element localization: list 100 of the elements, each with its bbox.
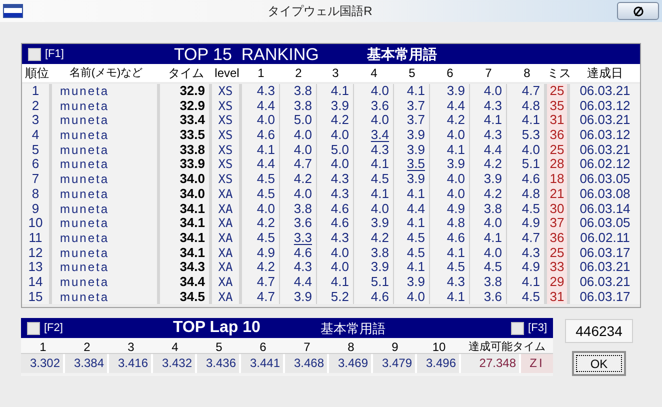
table-cell: 06.02.11 <box>570 230 640 246</box>
split-time-cell: 4.0 <box>430 172 470 187</box>
split-time-cell: 4.3 <box>317 230 354 246</box>
table-cell: XA <box>212 274 242 290</box>
split-time-cell: 4.5 <box>430 260 470 275</box>
split-time-cell: 4.1 <box>354 157 394 172</box>
split-time-cell: 5.1 <box>507 157 547 172</box>
table-cell: 4 <box>22 128 52 143</box>
checkbox[interactable] <box>27 322 40 335</box>
table-cell: 7 <box>22 172 52 187</box>
table-cell: 06.03.08 <box>570 186 640 202</box>
split-time-cell: 3.9 <box>394 142 430 158</box>
table-cell: 25 <box>547 246 570 260</box>
table-cell: muneta <box>52 142 160 158</box>
table-cell: 06.02.12 <box>570 157 640 172</box>
split-time-cell: 4.2 <box>470 157 507 172</box>
lap-time-cell: 3.496 <box>417 354 461 374</box>
split-time-cell: 4.5 <box>354 172 394 187</box>
checkbox-label: [F1] <box>45 46 64 62</box>
table-cell: 33.9 <box>160 157 212 172</box>
split-time-cell: 4.7 <box>242 274 280 290</box>
split-time-cell: 4.3 <box>280 260 317 275</box>
ok-button[interactable]: OK <box>572 351 626 376</box>
split-time-cell: 4.1 <box>430 142 470 158</box>
split-time-cell: 4.6 <box>354 290 394 304</box>
table-cell: 35 <box>547 98 570 114</box>
lap-time-cell: 3.469 <box>329 354 373 374</box>
table-cell: 28 <box>547 157 570 172</box>
split-time-cell: 4.0 <box>430 128 470 143</box>
column-header: 4 <box>170 339 180 356</box>
column-header: 5 <box>408 65 416 82</box>
split-time-cell: 4.2 <box>280 172 317 187</box>
category-label: 基本常用語 <box>320 320 386 338</box>
split-time-cell: 4.1 <box>354 186 394 202</box>
table-cell: 9 <box>22 202 52 216</box>
table-cell: XS <box>212 128 242 143</box>
split-time-cell: 3.9 <box>470 172 507 187</box>
table-cell: 8 <box>22 186 52 202</box>
table-cell: XA <box>212 260 242 275</box>
split-time-cell: 4.3 <box>430 274 470 290</box>
split-time-cell: 3.9 <box>354 216 394 231</box>
split-time-cell: 3.7 <box>394 113 430 128</box>
split-time-cell: 4.7 <box>242 290 280 304</box>
column-header: level <box>214 65 240 82</box>
no-entry-icon <box>632 6 644 16</box>
table-cell: 06.03.14 <box>570 202 640 216</box>
column-header: 達成日 <box>586 65 624 82</box>
split-time-cell: 4.4 <box>280 274 317 290</box>
split-time-cell: 4.1 <box>430 290 470 304</box>
split-time-cell: 3.8 <box>280 84 317 99</box>
split-time-cell: 4.2 <box>242 260 280 275</box>
split-time-cell: 4.1 <box>317 84 354 99</box>
table-cell: 32.9 <box>160 84 212 99</box>
split-time-cell: 4.5 <box>394 230 430 246</box>
lap-time-cell: 3.302 <box>21 354 65 374</box>
split-time-cell: 5.2 <box>317 290 354 304</box>
lap-time-cell: 3.416 <box>109 354 153 374</box>
table-cell: 30 <box>547 202 570 216</box>
table-cell: 06.03.21 <box>570 84 640 99</box>
table-cell: 11 <box>22 230 52 246</box>
split-time-cell: 4.9 <box>507 260 547 275</box>
table-cell: 34.1 <box>160 216 212 231</box>
split-time-cell: 3.7 <box>394 98 430 114</box>
table-cell: muneta <box>52 260 160 275</box>
window-icon <box>3 4 23 18</box>
close-button[interactable] <box>617 2 659 20</box>
split-time-cell: 4.0 <box>354 84 394 99</box>
table-cell: muneta <box>52 128 160 143</box>
table-cell: 33.4 <box>160 113 212 128</box>
split-time-cell: 4.9 <box>430 202 470 216</box>
split-time-cell: 3.8 <box>470 202 507 216</box>
split-time-cell: 4.5 <box>507 202 547 216</box>
split-time-cell: 4.0 <box>470 84 507 99</box>
window-title: タイプウェル国語R <box>266 3 374 20</box>
table-cell: 06.03.21 <box>570 260 640 275</box>
table-cell: muneta <box>52 290 160 304</box>
table-cell: muneta <box>52 246 160 260</box>
split-time-cell: 4.0 <box>242 202 280 216</box>
checkbox[interactable] <box>28 48 41 60</box>
lap-time-cell: 3.436 <box>197 354 241 374</box>
split-time-cell: 4.1 <box>394 84 430 99</box>
table-cell: 34.0 <box>160 172 212 187</box>
split-time-cell: 4.8 <box>430 216 470 231</box>
split-time-cell: 4.4 <box>242 98 280 114</box>
lap-time-cell: 3.432 <box>153 354 197 374</box>
split-time-cell: 5.3 <box>507 128 547 143</box>
split-time-cell: 3.6 <box>354 98 394 114</box>
table-cell: XS <box>212 157 242 172</box>
split-time-cell: 5.0 <box>280 113 317 128</box>
split-time-cell: 3.8 <box>280 202 317 216</box>
checkbox[interactable] <box>511 322 524 335</box>
split-time-cell: 4.3 <box>317 186 354 202</box>
column-header: 8 <box>522 65 532 82</box>
table-cell: XA <box>212 246 242 260</box>
split-time-cell: 4.1 <box>507 113 547 128</box>
table-cell: muneta <box>52 186 160 202</box>
lap-time-cell: 3.441 <box>241 354 285 374</box>
split-time-cell: 4.0 <box>280 128 317 143</box>
split-time-cell: 4.1 <box>430 246 470 260</box>
column-header: 3 <box>331 65 340 82</box>
